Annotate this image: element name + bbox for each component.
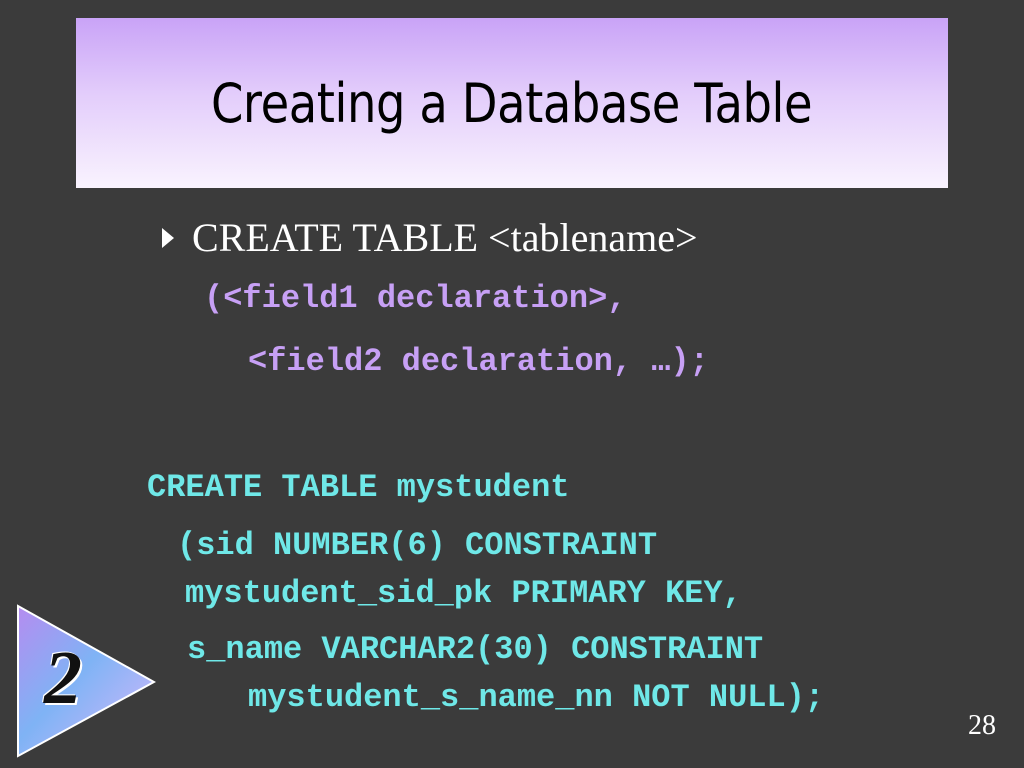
title-banner: Creating a Database Table (76, 18, 948, 188)
syntax-line-1: (<field1 declaration>, (204, 280, 627, 317)
bullet-item: CREATE TABLE <tablename> (162, 214, 698, 261)
bullet-text: CREATE TABLE <tablename> (192, 215, 698, 260)
syntax-line-2: <field2 declaration, …); (248, 343, 709, 380)
page-number: 28 (968, 710, 996, 741)
triangle-bullet-icon (162, 227, 174, 248)
example-line-5: mystudent_s_name_nn NOT NULL); (248, 679, 825, 716)
slide-title: Creating a Database Table (211, 71, 813, 135)
example-line-4: s_name VARCHAR2(30) CONSTRAINT (187, 631, 764, 668)
example-line-3: mystudent_sid_pk PRIMARY KEY, (185, 575, 742, 612)
section-badge-number: 2 (44, 636, 82, 720)
example-line-2: (sid NUMBER(6) CONSTRAINT (177, 527, 658, 564)
example-line-1: CREATE TABLE mystudent (147, 469, 570, 506)
